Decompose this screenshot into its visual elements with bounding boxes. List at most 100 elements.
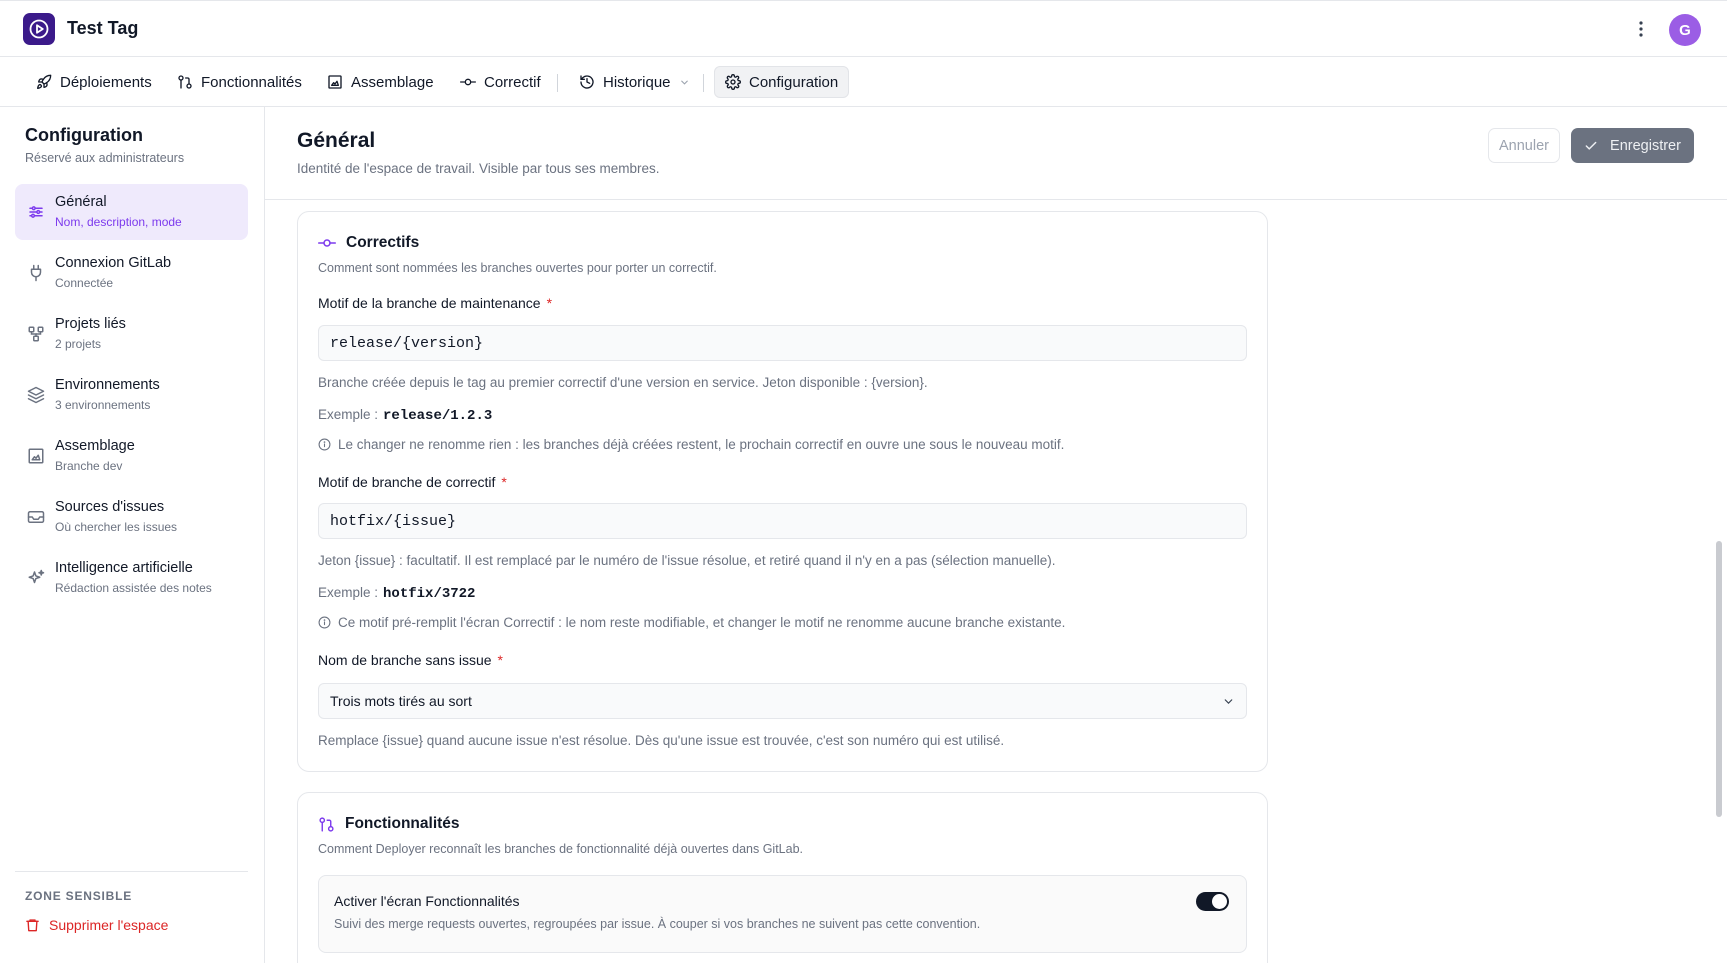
maintenance-example-value: release/1.2.3: [383, 408, 493, 424]
projects-icon: [26, 324, 46, 344]
rocket-icon: [37, 74, 52, 89]
divider: [15, 871, 248, 872]
nav-divider: [703, 74, 704, 92]
save-button[interactable]: Enregistrer: [1571, 128, 1694, 163]
maintenance-pattern-label: Motif de la branche de maintenance *: [318, 295, 553, 311]
tab-label: Historique: [603, 73, 671, 91]
correctifs-card: Correctifs Comment sont nommées les bran…: [297, 211, 1268, 772]
maintenance-pattern-input[interactable]: release/{version}: [318, 325, 1247, 361]
user-avatar[interactable]: G: [1669, 14, 1701, 46]
tab-label: Déploiements: [60, 73, 152, 91]
tab-assemblage[interactable]: Assemblage: [317, 66, 444, 98]
delete-space-label: Supprimer l'espace: [49, 917, 169, 933]
sidebar-item-label: Projets liés: [55, 316, 126, 332]
sidebar-item-desc: Nom, description, mode: [55, 215, 182, 229]
tab-label: Correctif: [484, 73, 541, 91]
fonctionnalites-card: Fonctionnalités Comment Deployer reconna…: [297, 792, 1268, 963]
gear-icon: [725, 74, 741, 90]
sidebar-item-general[interactable]: Général Nom, description, mode: [15, 184, 248, 240]
sidebar-item-label: Environnements: [55, 377, 160, 393]
tab-deploiements[interactable]: Déploiements: [26, 66, 162, 98]
no-issue-name-help: Remplace {issue} quand aucune issue n'es…: [318, 733, 1005, 748]
top-bar: Test Tag G: [0, 0, 1727, 57]
card-description: Comment sont nommées les branches ouvert…: [318, 261, 717, 275]
toggle-description: Suivi des merge requests ouvertes, regro…: [334, 917, 981, 931]
tab-fonctionnalites[interactable]: Fonctionnalités: [167, 66, 312, 98]
card-title-text: Fonctionnalités: [345, 815, 460, 832]
hotfix-note: Ce motif pré-remplit l'écran Correctif :…: [318, 615, 1065, 630]
select-value: Trois mots tirés au sort: [330, 693, 472, 709]
chevron-down-icon: [680, 80, 688, 85]
history-icon: [580, 75, 594, 89]
app-logo-icon[interactable]: [23, 13, 55, 45]
main-nav: Déploiements Fonctionnalités Assemblage …: [0, 57, 1727, 107]
toggle-label: Activer l'écran Fonctionnalités: [334, 893, 520, 909]
sidebar-item-desc: 2 projets: [55, 337, 102, 351]
sparkles-icon: [26, 568, 46, 588]
trash-icon: [26, 919, 39, 932]
sliders-icon: [26, 202, 46, 222]
frame-icon: [328, 75, 342, 89]
layers-icon: [26, 385, 46, 405]
feature-screen-toggle-row: Activer l'écran Fonctionnalités Suivi de…: [318, 875, 1247, 953]
sidebar-item-projets[interactable]: Projets liés 2 projets: [15, 306, 248, 362]
tab-label: Assemblage: [351, 73, 434, 91]
check-icon: [1585, 141, 1597, 150]
sidebar-title: Configuration: [25, 125, 143, 145]
no-issue-name-select[interactable]: Trois mots tirés au sort: [318, 683, 1247, 719]
no-issue-name-label: Nom de branche sans issue *: [318, 652, 503, 668]
settings-sidebar: Configuration Réservé aux administrateur…: [0, 107, 265, 963]
hotfix-example: Exemple : hotfix/3722: [318, 585, 476, 602]
page-header: Général Identité de l'espace de travail.…: [265, 107, 1727, 200]
sidebar-item-desc: 3 environnements: [55, 398, 151, 412]
maintenance-example: Exemple : release/1.2.3: [318, 407, 493, 424]
tab-label: Configuration: [749, 73, 839, 91]
feature-screen-toggle[interactable]: [1196, 892, 1229, 911]
danger-zone-title: ZONE SENSIBLE: [25, 889, 133, 903]
tab-configuration[interactable]: Configuration: [714, 66, 850, 98]
scrollbar-thumb[interactable]: [1716, 541, 1722, 817]
sidebar-subtitle: Réservé aux administrateurs: [25, 151, 185, 165]
sidebar-item-desc: Rédaction assistée des notes: [55, 581, 212, 595]
sidebar-item-sources[interactable]: Sources d'issues Où chercher les issues: [15, 489, 248, 545]
main-scrollbar[interactable]: [1712, 200, 1727, 963]
hotfix-pattern-input[interactable]: hotfix/{issue}: [318, 503, 1247, 539]
delete-space-button[interactable]: Supprimer l'espace: [25, 917, 168, 933]
git-commit-icon: [318, 239, 336, 247]
save-label: Enregistrer: [1610, 137, 1681, 154]
tab-historique[interactable]: Historique: [569, 66, 700, 98]
sidebar-item-ia[interactable]: Intelligence artificielle Rédaction assi…: [15, 550, 248, 606]
maintenance-note: Le changer ne renomme rien : les branche…: [318, 437, 1064, 452]
tab-correctif[interactable]: Correctif: [450, 66, 551, 98]
sidebar-item-label: Connexion GitLab: [55, 255, 172, 271]
hotfix-example-value: hotfix/3722: [383, 586, 476, 602]
info-icon: [318, 438, 331, 451]
sidebar-item-desc: Connectée: [55, 276, 114, 290]
toggle-knob: [1212, 894, 1227, 909]
required-marker: *: [546, 295, 553, 311]
required-marker: *: [497, 652, 503, 668]
tab-label: Fonctionnalités: [201, 73, 302, 91]
sidebar-item-desc: Où chercher les issues: [55, 520, 178, 534]
hotfix-pattern-help: Jeton {issue} : facultatif. Il est rempl…: [318, 553, 1056, 568]
card-description: Comment Deployer reconnaît les branches …: [318, 842, 804, 856]
page-subtitle: Identité de l'espace de travail. Visible…: [297, 161, 660, 176]
sidebar-item-environnements[interactable]: Environnements 3 environnements: [15, 367, 248, 423]
card-title-text: Correctifs: [346, 234, 420, 251]
inbox-icon: [26, 507, 46, 527]
maintenance-pattern-help: Branche créée depuis le tag au premier c…: [318, 375, 928, 390]
sidebar-item-label: Intelligence artificielle: [55, 560, 193, 576]
more-options-icon[interactable]: [1630, 16, 1652, 42]
app-title: Test Tag: [67, 18, 139, 38]
sidebar-item-gitlab[interactable]: Connexion GitLab Connectée: [15, 245, 248, 301]
sidebar-item-assemblage[interactable]: Assemblage Branche dev: [15, 428, 248, 484]
plug-icon: [26, 263, 46, 283]
nav-divider: [557, 74, 558, 92]
cancel-button[interactable]: Annuler: [1488, 128, 1560, 163]
sidebar-item-label: Sources d'issues: [55, 499, 165, 515]
git-pull-request-icon: [178, 75, 192, 89]
sidebar-item-label: Général: [55, 194, 107, 210]
sidebar-item-label: Assemblage: [55, 438, 135, 454]
card-title: Fonctionnalités: [318, 815, 460, 833]
git-commit-icon: [460, 78, 476, 86]
